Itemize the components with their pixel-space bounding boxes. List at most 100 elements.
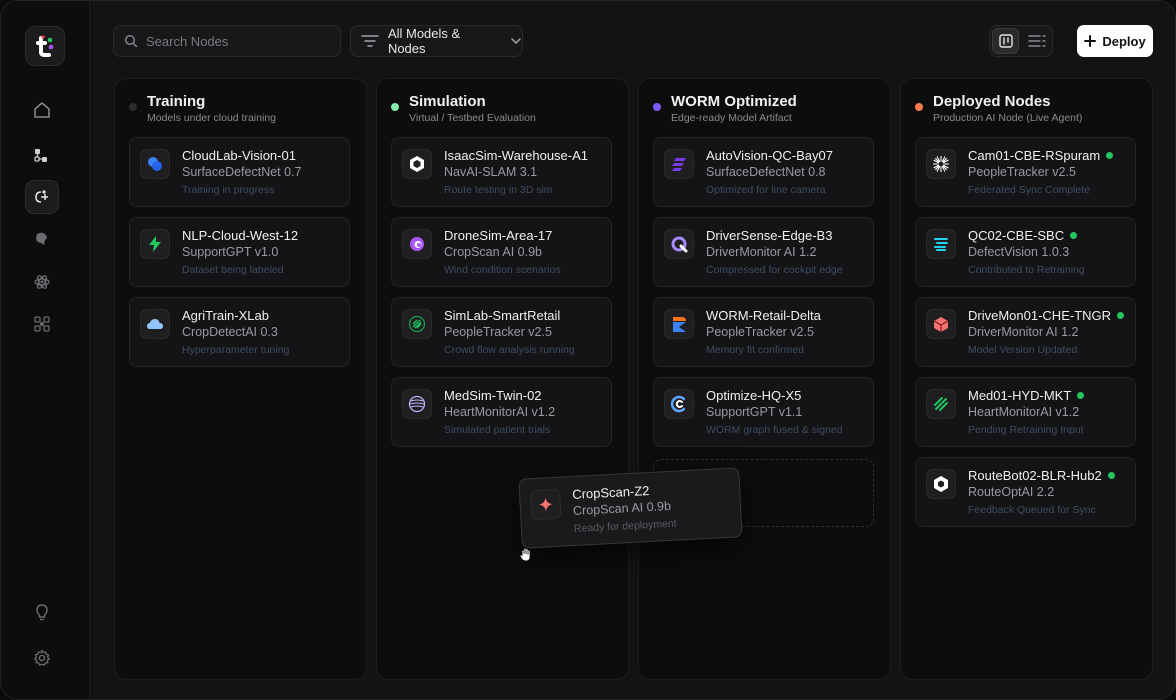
nav-home[interactable] xyxy=(25,93,59,127)
striped-sphere-icon xyxy=(402,389,432,419)
node-name: DriveMon01-CHE-TNGR xyxy=(968,308,1125,323)
column-subtitle: Production AI Node (Live Agent) xyxy=(933,112,1083,124)
node-model: DriverMonitor AI 1.2 xyxy=(968,325,1079,339)
node-card[interactable]: DroneSim-Area-17 CropScan AI 0.9b Wind c… xyxy=(391,217,612,287)
logo-icon xyxy=(36,35,54,57)
nav-ideas[interactable] xyxy=(25,596,59,630)
node-model: NavAI-SLAM 3.1 xyxy=(444,165,538,179)
node-card[interactable]: DriverSense-Edge-B3 DriverMonitor AI 1.2… xyxy=(653,217,874,287)
node-card[interactable]: WORM-Retail-Delta PeopleTracker v2.5 Mem… xyxy=(653,297,874,367)
node-status: Route testing in 3D sim xyxy=(444,184,553,196)
green-bolt-icon xyxy=(140,229,170,259)
nav-agents[interactable] xyxy=(25,307,59,341)
purple-stripes-icon xyxy=(664,149,694,179)
node-status: Optimized for line camera xyxy=(706,184,826,196)
node-card[interactable]: MedSim-Twin-02 HeartMonitorAI v1.2 Simul… xyxy=(391,377,612,447)
node-model: RouteOptAI 2.2 xyxy=(968,485,1055,499)
app-window: All Models & Nodes Deploy Training Model… xyxy=(0,0,1176,700)
column-title: WORM Optimized xyxy=(671,93,797,110)
node-name: Med01-HYD-MKT xyxy=(968,388,1085,403)
red-cube-icon xyxy=(926,309,956,339)
node-status: Ready for deployment xyxy=(573,517,677,535)
home-icon xyxy=(34,102,50,118)
node-model: SurfaceDefectNet 0.7 xyxy=(182,165,302,179)
node-status: Federated Sync Complete xyxy=(968,184,1090,196)
nav-nodes[interactable] xyxy=(25,139,59,173)
pipeline-icon xyxy=(35,190,48,203)
node-model: CropScan AI 0.9b xyxy=(572,498,672,518)
node-status: Contributed to Retraining xyxy=(968,264,1085,276)
node-name: Cam01-CBE-RSpuram xyxy=(968,148,1114,163)
node-name: RouteBot02-BLR-Hub2 xyxy=(968,468,1115,483)
node-card[interactable]: AutoVision-QC-Bay07 SurfaceDefectNet 0.8… xyxy=(653,137,874,207)
node-model: PeopleTracker v2.5 xyxy=(706,325,814,339)
node-name: Optimize-HQ-X5 xyxy=(706,388,802,403)
hexagon-icon xyxy=(402,149,432,179)
deploy-button[interactable]: Deploy xyxy=(1077,25,1153,57)
column-title: Simulation xyxy=(409,93,486,110)
node-name: AgriTrain-XLab xyxy=(182,308,269,323)
node-name: CropScan-Z2 xyxy=(571,482,650,503)
node-status: Feedback Queued for Sync xyxy=(968,504,1096,516)
node-model: SurfaceDefectNet 0.8 xyxy=(706,165,826,179)
plus-icon xyxy=(1084,35,1097,47)
node-card[interactable]: RouteBot02-BLR-Hub2 RouteOptAI 2.2 Feedb… xyxy=(915,457,1136,527)
live-status-dot xyxy=(1070,232,1078,239)
node-status: Crowd flow analysis running xyxy=(444,344,575,356)
filter-dropdown[interactable]: All Models & Nodes xyxy=(350,25,523,57)
column-title: Deployed Nodes xyxy=(933,93,1051,110)
live-status-dot xyxy=(1106,152,1114,159)
filter-label: All Models & Nodes xyxy=(387,26,461,56)
nav-pipeline[interactable] xyxy=(25,180,59,214)
node-card[interactable]: QC02-CBE-SBC DefectVision 1.0.3 Contribu… xyxy=(915,217,1136,287)
nav-settings[interactable] xyxy=(25,641,59,675)
node-status: Training in progress xyxy=(182,184,275,196)
node-card[interactable]: Med01-HYD-MKT HeartMonitorAI v1.2 Pendin… xyxy=(915,377,1136,447)
live-status-dot xyxy=(1117,312,1125,319)
column-training: Training Models under cloud training Clo… xyxy=(114,78,367,680)
node-name-text: Cam01-CBE-RSpuram xyxy=(968,148,1101,163)
column-status-dot xyxy=(915,103,923,111)
node-card[interactable]: DriveMon01-CHE-TNGR DriverMonitor AI 1.2… xyxy=(915,297,1136,367)
column-simulation: Simulation Virtual / Testbed Evaluation … xyxy=(376,78,629,680)
list-view-button[interactable] xyxy=(1023,28,1050,54)
node-card[interactable]: Optimize-HQ-X5 SupportGPT v1.1 WORM grap… xyxy=(653,377,874,447)
board-view-icon xyxy=(998,34,1013,48)
node-name: MedSim-Twin-02 xyxy=(444,388,542,403)
column-subtitle: Models under cloud training xyxy=(147,112,276,124)
nav-atom[interactable] xyxy=(25,265,59,299)
node-model: PeopleTracker v2.5 xyxy=(968,165,1076,179)
live-status-dot xyxy=(1077,392,1085,399)
grab-cursor-icon xyxy=(519,547,531,562)
node-card[interactable]: Cam01-CBE-RSpuram PeopleTracker v2.5 Fed… xyxy=(915,137,1136,207)
node-status: Dataset being labeled xyxy=(182,264,284,276)
node-name: WORM-Retail-Delta xyxy=(706,308,821,323)
column-status-dot xyxy=(391,103,399,111)
list-view-icon xyxy=(1027,35,1046,47)
search-box[interactable] xyxy=(113,25,341,57)
node-card[interactable]: SimLab-SmartRetail PeopleTracker v2.5 Cr… xyxy=(391,297,612,367)
node-card[interactable]: CloudLab-Vision-01 SurfaceDefectNet 0.7 … xyxy=(129,137,350,207)
node-status: Hyperparameter tuning xyxy=(182,344,290,356)
node-card[interactable]: IsaacSim-Warehouse-A1 NavAI-SLAM 3.1 Rou… xyxy=(391,137,612,207)
node-model: DriverMonitor AI 1.2 xyxy=(706,245,817,259)
chevron-down-icon xyxy=(511,38,521,44)
search-input[interactable] xyxy=(146,33,326,49)
app-logo[interactable] xyxy=(25,26,65,66)
node-model: PeopleTracker v2.5 xyxy=(444,325,552,339)
node-name: NLP-Cloud-West-12 xyxy=(182,228,299,243)
cyan-layers-icon xyxy=(926,229,956,259)
node-model: HeartMonitorAI v1.2 xyxy=(968,405,1080,419)
red-sparkle-icon xyxy=(529,488,562,521)
node-card[interactable]: AgriTrain-XLab CropDetectAI 0.3 Hyperpar… xyxy=(129,297,350,367)
green-slash-icon xyxy=(926,389,956,419)
atom-icon xyxy=(34,275,50,289)
dragging-node-card[interactable]: CropScan-Z2 CropScan AI 0.9b Ready for d… xyxy=(518,467,743,549)
nav-models[interactable] xyxy=(25,222,59,256)
node-name: SimLab-SmartRetail xyxy=(444,308,561,323)
node-card[interactable]: NLP-Cloud-West-12 SupportGPT v1.0 Datase… xyxy=(129,217,350,287)
board-view-button[interactable] xyxy=(992,28,1020,54)
cloud-icon xyxy=(140,309,170,339)
deploy-label: Deploy xyxy=(1102,33,1146,49)
node-model: CropScan AI 0.9b xyxy=(444,245,542,259)
